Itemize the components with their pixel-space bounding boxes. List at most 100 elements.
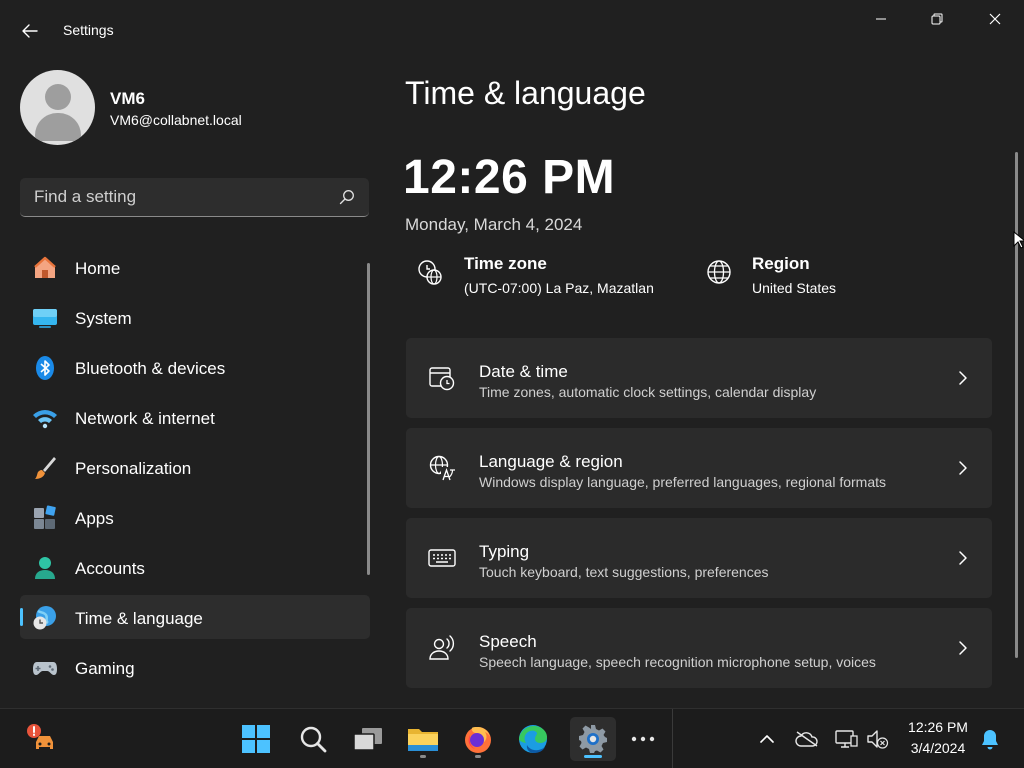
chevron-right-icon [959,551,967,565]
card-description: Touch keyboard, text suggestions, prefer… [479,564,769,580]
system-icon [33,309,57,328]
date-time-card[interactable]: Date & time Time zones, automatic clock … [406,338,992,418]
edge-button[interactable] [510,717,556,761]
keyboard-icon [428,549,456,567]
user-name: VM6 [110,89,145,108]
more-apps-button[interactable] [620,717,666,761]
bluetooth-icon [36,356,54,380]
search-box [20,178,369,217]
taskbar-divider [672,709,673,768]
running-indicator [420,755,426,758]
region-value: United States [752,280,837,296]
onedrive-button[interactable] [795,727,819,751]
card-description: Time zones, automatic clock settings, ca… [479,384,817,400]
sidebar-item-system[interactable]: System [20,295,370,339]
chevron-right-icon [959,371,967,385]
minimize-icon [876,18,886,20]
sidebar-item-label: Accounts [75,559,145,578]
card-description: Speech language, speech recognition micr… [479,654,876,670]
volume-button[interactable] [865,727,889,751]
task-view-button[interactable] [345,717,391,761]
sidebar-item-label: System [75,309,132,328]
speech-card[interactable]: Speech Speech language, speech recogniti… [406,608,992,688]
sidebar-item-label: Network & internet [75,409,215,428]
firefox-button[interactable] [455,717,501,761]
network-monitor-icon [835,730,858,748]
running-indicator [475,755,481,758]
minimize-button[interactable] [858,4,904,34]
taskbar: 12:26 PM 3/4/2024 [0,708,1024,768]
chevron-up-icon [760,735,774,743]
chevron-right-icon [959,461,967,475]
avatar [20,70,95,145]
calendar-clock-icon [429,367,455,391]
sidebar-item-home[interactable]: Home [20,245,370,289]
search-input[interactable] [20,178,320,216]
back-arrow-icon [22,24,38,38]
sidebar-item-label: Time & language [75,609,203,628]
search-icon[interactable] [339,189,355,205]
warning-car-icon [27,724,53,749]
region-title: Region [752,254,810,273]
network-status-button[interactable] [834,727,858,751]
current-time: 12:26 PM [403,151,616,204]
chevron-right-icon [959,641,967,655]
sidebar-nav: Home System Bluetooth & devices Network … [20,245,370,695]
restore-button[interactable] [914,4,960,34]
settings-app-button[interactable] [570,717,616,761]
current-date: Monday, March 4, 2024 [405,215,583,234]
card-title: Typing [479,542,530,561]
sidebar-item-apps[interactable]: Apps [20,495,370,539]
close-button[interactable] [972,4,1018,34]
show-hidden-icons-button[interactable] [755,727,779,751]
volume-muted-icon [867,730,889,749]
taskbar-clock-date[interactable]: 3/4/2024 [896,740,980,756]
task-view-icon [353,728,382,751]
mouse-cursor-icon [1013,231,1024,249]
region-info: Region United States [704,254,904,304]
wifi-icon [33,410,57,429]
sidebar-item-gaming[interactable]: Gaming [20,645,370,689]
typing-card[interactable]: Typing Touch keyboard, text suggestions,… [406,518,992,598]
sidebar-item-network-internet[interactable]: Network & internet [20,395,370,439]
title-bar: Settings [0,0,1024,60]
back-button[interactable] [14,16,46,46]
windows-logo-icon [242,725,270,753]
start-button[interactable] [233,717,279,761]
active-indicator [584,755,602,758]
ellipsis-icon [631,736,655,742]
taskbar-clock-time[interactable]: 12:26 PM [896,719,980,735]
card-description: Windows display language, preferred lang… [479,474,887,490]
bell-icon [982,730,998,750]
taskbar-alert-app[interactable] [18,717,64,761]
gaming-icon [33,662,57,675]
time-zone-title: Time zone [464,254,547,273]
file-explorer-button[interactable] [400,717,446,761]
edge-icon [519,725,547,753]
main-scrollbar[interactable] [1015,152,1018,658]
time-zone-value: (UTC-07:00) La Paz, Mazatlan [464,280,654,296]
restore-icon [931,13,943,25]
timezone-globe-icon [418,260,442,285]
sidebar-item-personalization[interactable]: Personalization [20,445,370,489]
home-icon [34,256,56,278]
accounts-icon [35,557,55,579]
sidebar-item-time-language[interactable]: Time & language [20,595,370,639]
language-region-card[interactable]: Language & region Windows display langua… [406,428,992,508]
taskbar-search-button[interactable] [290,717,336,761]
search-icon [300,726,327,753]
sidebar-item-accounts[interactable]: Accounts [20,545,370,589]
notifications-button[interactable] [978,727,1002,751]
close-icon [989,13,1001,25]
time-language-icon [33,606,56,630]
sidebar-item-label: Gaming [75,659,135,678]
page-title: Time & language [405,75,646,111]
gear-icon [579,725,607,753]
firefox-icon [465,727,491,753]
brush-icon [35,457,56,479]
sidebar-scrollbar[interactable] [367,263,370,575]
sidebar-item-bluetooth-devices[interactable]: Bluetooth & devices [20,345,370,389]
card-title: Speech [479,632,537,651]
user-profile[interactable]: VM6 VM6@collabnet.local [20,70,360,146]
card-title: Language & region [479,452,623,471]
